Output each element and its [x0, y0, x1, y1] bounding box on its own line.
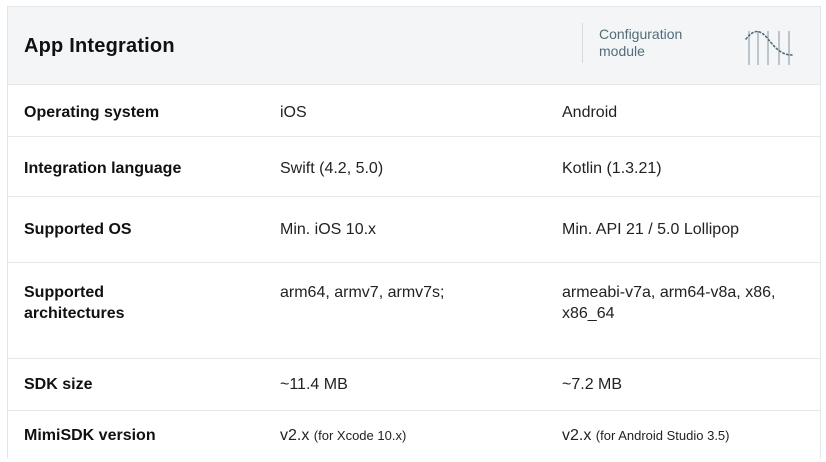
table-row: MimiSDK version v2.x (for Xcode 10.x) v2…: [8, 410, 820, 458]
table-row: SDK size ~11.4 MB ~7.2 MB: [8, 358, 820, 410]
ios-value: iOS: [280, 104, 307, 121]
row-label: Integration language: [24, 160, 182, 177]
android-value: v2.x (for Android Studio 3.5): [562, 425, 812, 446]
android-value: Android: [562, 104, 618, 121]
ios-version: v2.x: [280, 427, 310, 444]
row-label: SDK size: [24, 376, 93, 393]
waveform-logo-icon: [745, 30, 793, 65]
app-integration-card: App Integration Configuration module Ope…: [7, 6, 821, 458]
ios-value: ~11.4 MB: [280, 376, 348, 393]
android-version: v2.x: [562, 427, 592, 444]
android-value: Min. API 21 / 5.0 Lollipop: [562, 221, 739, 238]
table-row: Supported OS Min. iOS 10.x Min. API 21 /…: [8, 196, 820, 262]
card-header: App Integration Configuration module: [8, 6, 820, 84]
ios-value: Swift (4.2, 5.0): [280, 160, 384, 177]
ios-value: arm64, armv7, armv7s;: [280, 284, 445, 301]
android-value: ~7.2 MB: [562, 376, 623, 393]
android-value: armeabi-v7a, arm64-v8a, x86, x86_64: [562, 284, 776, 322]
table-row: Integration language Swift (4.2, 5.0) Ko…: [8, 136, 820, 196]
table-row: Supported architectures arm64, armv7, ar…: [8, 262, 820, 358]
android-version-note: (for Android Studio 3.5): [595, 428, 730, 443]
ios-version-note: (for Xcode 10.x): [313, 428, 407, 443]
row-label: Operating system: [24, 104, 160, 121]
header-divider: [582, 23, 583, 63]
row-label: Supported OS: [24, 221, 132, 238]
ios-value: v2.x (for Xcode 10.x): [280, 425, 550, 446]
card-title: App Integration: [24, 35, 175, 57]
module-label: Configuration module: [599, 26, 683, 59]
table-row: Operating system iOS Android: [8, 84, 820, 136]
android-value: Kotlin (1.3.21): [562, 160, 662, 177]
row-label: Supported architectures: [24, 284, 125, 322]
ios-value: Min. iOS 10.x: [280, 221, 377, 238]
row-label: MimiSDK version: [24, 427, 156, 444]
